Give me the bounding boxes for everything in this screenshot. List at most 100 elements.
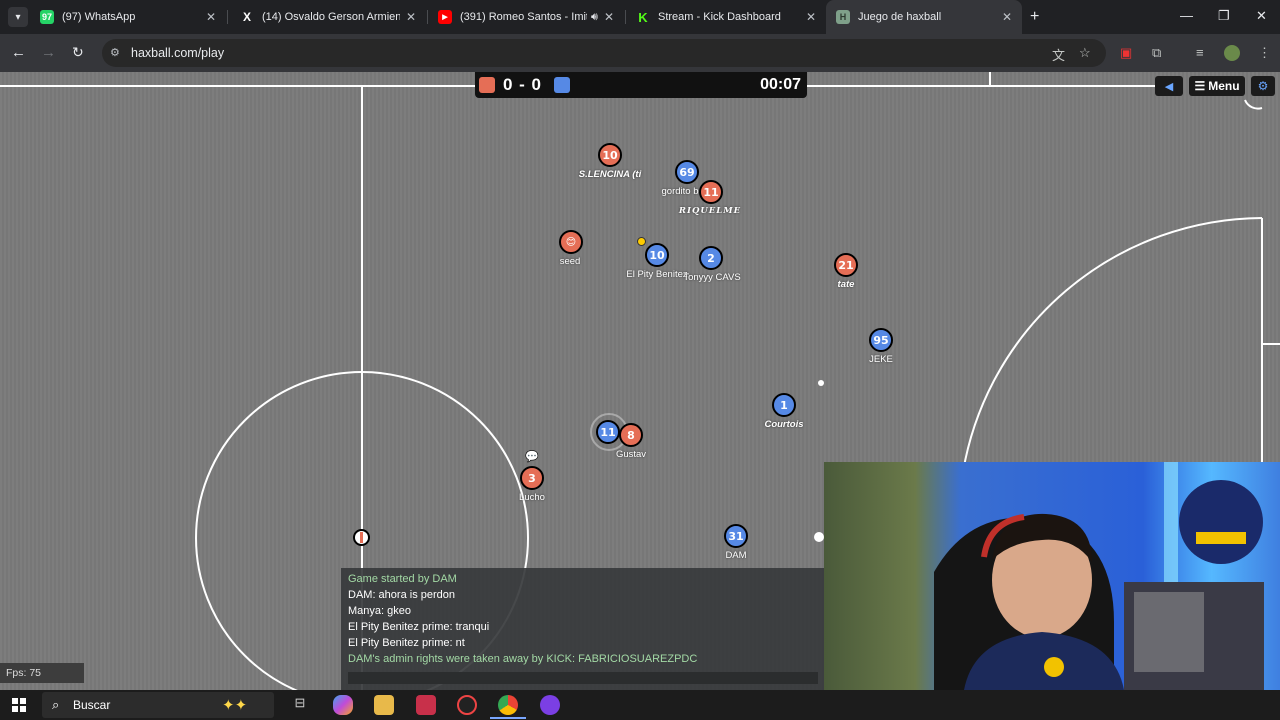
player-name: S.LENCINA (ti (578, 169, 642, 180)
player-disc: 2 (699, 246, 723, 270)
speaker-icon[interactable]: 🔊︎ (591, 11, 598, 24)
active-app-indicator (490, 717, 526, 719)
youtube-icon: ▶ (438, 10, 452, 24)
tab-title: (97) WhatsApp (62, 11, 136, 23)
player-name: El Pity Benitez (626, 269, 688, 280)
blue-team-square (554, 77, 570, 93)
player-name: gordito b (661, 186, 699, 197)
player-disc: 3 (520, 466, 544, 490)
forward-button[interactable]: → (41, 44, 56, 61)
url-text[interactable]: haxball.com/play (131, 46, 224, 60)
player-disc: 11 (596, 420, 620, 444)
haxball-game-canvas[interactable]: 0 - 0 00:07 ◀ ☰ Menu ⚙ 10 S.LENCINA (ti 6… (0, 72, 1280, 690)
chat-bubble-icon: 💬 (525, 451, 539, 463)
player-name: Lucho (519, 492, 545, 503)
translate-icon[interactable]: 文 (1052, 45, 1065, 64)
close-icon[interactable]: ✕ (1002, 10, 1012, 24)
copilot-icon[interactable] (333, 695, 353, 715)
player-name: DAM (725, 550, 747, 561)
player-disc: 11 (699, 180, 723, 204)
tab-title: (391) Romeo Santos - Imita (460, 11, 587, 23)
player-name: JEKE (869, 354, 893, 365)
player-name: RIQUELME (678, 206, 742, 216)
browser-toolbar: ← → ↻ ⚙ haxball.com/play 文 ☆ ▣ ⧉ ≡ ⋮ (0, 34, 1280, 72)
chat-line: Game started by DAM (348, 573, 457, 585)
tab-whatsapp[interactable]: 97 (97) WhatsApp ✕ (30, 0, 226, 34)
site-info-icon[interactable]: ⚙ (110, 46, 120, 59)
player-disc: 1 (772, 393, 796, 417)
browser-menu-icon[interactable]: ⋮ (1258, 45, 1271, 61)
tab-kick[interactable]: K Stream - Kick Dashboard ✕ (626, 0, 826, 34)
tab-haxball[interactable]: H Juego de haxball ✕ (826, 0, 1022, 34)
audio-toggle-button[interactable]: ◀ (1155, 76, 1183, 96)
whatsapp-icon: 97 (40, 10, 54, 24)
player-name: tate (837, 279, 855, 290)
player-disc: 😊 (559, 230, 583, 254)
sparkle-icon: ✦✦ (222, 697, 248, 714)
close-window-button[interactable]: ✕ (1256, 8, 1267, 24)
windows-taskbar: ⌕ Buscar ✦✦ ⊟ (0, 690, 1280, 720)
tab-title: Juego de haxball (858, 11, 942, 23)
search-label: Buscar (73, 698, 111, 712)
new-tab-button[interactable]: + (1030, 8, 1039, 26)
extensions-puzzle-icon[interactable]: ⧉ (1152, 45, 1161, 61)
reload-button[interactable]: ↻ (72, 44, 84, 61)
kick-icon: K (636, 10, 650, 25)
close-icon[interactable]: ✕ (206, 10, 216, 24)
extension-icon[interactable]: ▣ (1120, 45, 1132, 61)
media-controls-icon[interactable]: ≡ (1196, 45, 1204, 60)
minimize-button[interactable]: — (1180, 8, 1193, 23)
webcam-feed-image (824, 462, 1280, 690)
app-icon[interactable] (457, 695, 477, 715)
address-bar[interactable] (102, 39, 1106, 67)
score: 0 - 0 (503, 75, 543, 94)
chat-line: DAM: ahora is perdon (348, 589, 455, 601)
x-icon: X (240, 10, 254, 24)
profile-avatar[interactable] (1224, 45, 1240, 61)
restore-button[interactable]: ❐ (1218, 8, 1230, 24)
post-dot (814, 532, 824, 542)
menu-label: Menu (1208, 79, 1240, 93)
ball (353, 529, 370, 546)
player-name: seed (559, 256, 581, 267)
chat-input[interactable] (348, 672, 818, 684)
chat-line: DAM's admin rights were taken away by KI… (348, 653, 698, 665)
task-view-icon[interactable]: ⊟ (290, 695, 310, 715)
chrome-icon[interactable] (498, 695, 518, 715)
haxball-icon: H (836, 10, 850, 24)
player-name: Tonyyy CAVS (683, 272, 741, 283)
red-team-square (479, 77, 495, 93)
tab-x[interactable]: X (14) Osvaldo Gerson Armiento ✕ (230, 0, 426, 34)
file-explorer-icon[interactable] (374, 695, 394, 715)
chat-line: El Pity Benitez prime: nt (348, 637, 465, 649)
chat-panel: Game started by DAM DAM: ahora is perdon… (341, 568, 824, 690)
player-disc: 8 (619, 423, 643, 447)
player-name: Gustav (615, 449, 647, 460)
fps-counter: Fps: 75 (0, 663, 84, 683)
browser-tab-strip: ▾ 97 (97) WhatsApp ✕ X (14) Osvaldo Gers… (0, 0, 1280, 34)
settings-gear-button[interactable]: ⚙ (1251, 76, 1275, 96)
player-disc: 69 (675, 160, 699, 184)
chat-line: El Pity Benitez prime: tranqui (348, 621, 490, 633)
bookmark-star-icon[interactable]: ☆ (1079, 45, 1091, 61)
tab-search-button[interactable]: ▾ (8, 7, 28, 27)
close-icon[interactable]: ✕ (604, 10, 614, 24)
player-disc: 21 (834, 253, 858, 277)
tab-youtube[interactable]: ▶ (391) Romeo Santos - Imita 🔊︎ ✕ (428, 0, 624, 34)
webcam-overlay (824, 462, 1280, 690)
player-disc: 31 (724, 524, 748, 548)
chat-line: Manya: gkeo (348, 605, 411, 617)
windows-start-icon[interactable] (12, 698, 26, 712)
close-icon[interactable]: ✕ (806, 10, 816, 24)
hamburger-icon: ☰ (1194, 79, 1206, 93)
menu-button[interactable]: ☰ Menu (1189, 76, 1245, 96)
player-name: Courtois (764, 419, 804, 430)
back-button[interactable]: ← (11, 44, 26, 61)
player-disc: 10 (598, 143, 622, 167)
search-icon: ⌕ (52, 697, 60, 712)
app-icon[interactable] (540, 695, 560, 715)
player-disc: 95 (869, 328, 893, 352)
game-timer: 00:07 (760, 76, 801, 93)
app-icon[interactable] (416, 695, 436, 715)
close-icon[interactable]: ✕ (406, 10, 416, 24)
